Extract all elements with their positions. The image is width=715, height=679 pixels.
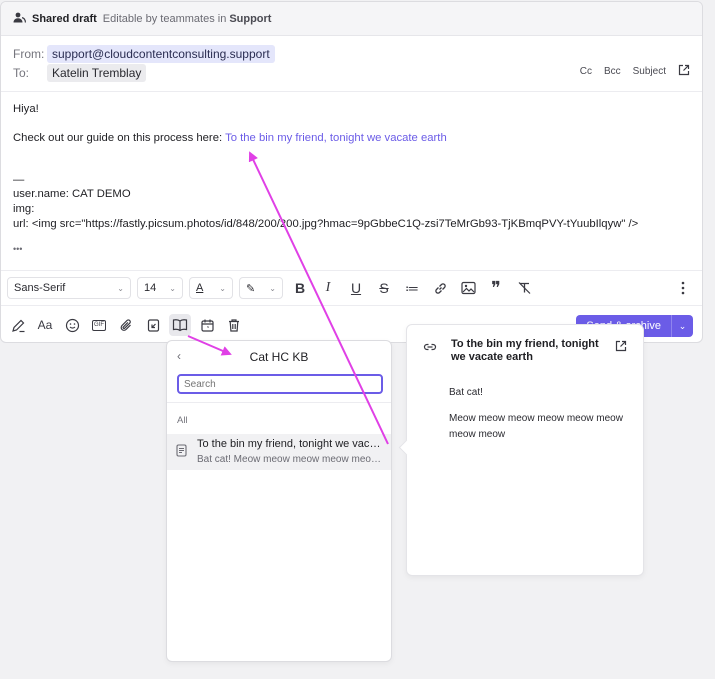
text-style-icon[interactable]: Aa xyxy=(34,314,56,336)
shared-draft-title: Shared draft xyxy=(32,12,97,25)
signature-url: url: <img src="https://fastly.picsum.pho… xyxy=(13,218,639,230)
subject-button[interactable]: Subject xyxy=(633,66,666,77)
more-options-icon[interactable] xyxy=(672,277,694,299)
kb-article-snippet: Bat cat! Meow meow meow meow meow meow m… xyxy=(197,454,383,465)
bullet-list-icon[interactable]: ≔ xyxy=(401,277,423,299)
kb-search-input[interactable] xyxy=(177,374,383,394)
italic-icon[interactable]: I xyxy=(317,277,339,299)
highlight-icon: ✎ xyxy=(246,282,256,295)
text-color-icon: A xyxy=(196,282,204,294)
kb-article-item[interactable]: To the bin my friend, tonight we vacate … xyxy=(167,434,391,470)
email-composer: Shared draft Editable by teammates in Su… xyxy=(0,1,703,343)
link-icon[interactable] xyxy=(429,277,451,299)
from-label: From: xyxy=(13,47,45,61)
kb-title: Cat HC KB xyxy=(249,350,309,364)
attachment-icon[interactable] xyxy=(115,314,137,336)
article-preview-card: To the bin my friend, tonight we vacate … xyxy=(398,324,644,576)
recipient-chip[interactable]: Katelin Tremblay xyxy=(47,64,147,82)
to-label: To: xyxy=(13,66,30,80)
bold-icon[interactable]: B xyxy=(289,277,311,299)
send-options-chevron-icon[interactable]: ⌄ xyxy=(671,315,693,337)
font-size-value: 14 xyxy=(144,282,157,294)
to-row: To: Katelin Tremblay xyxy=(13,64,147,82)
insert-link-icon[interactable] xyxy=(423,341,437,356)
text-color-select[interactable]: A ⌄ xyxy=(189,277,233,299)
shared-draft-subtitle: Editable by teammates in xyxy=(102,12,227,25)
document-icon xyxy=(176,444,187,460)
preview-paragraph: Meow meow meow meow meow meow meow meow xyxy=(449,413,623,440)
preview-title: To the bin my friend, tonight we vacate … xyxy=(451,338,599,363)
knowledge-base-icon[interactable] xyxy=(169,314,191,336)
kb-article-title: To the bin my friend, tonight we vacate … xyxy=(197,438,383,450)
emoji-icon[interactable] xyxy=(61,314,83,336)
gif-icon[interactable]: GIF xyxy=(88,314,110,336)
from-row: From: support@cloudcontentconsulting.sup… xyxy=(13,45,275,63)
chevron-down-icon: ⌄ xyxy=(269,283,276,293)
signature-pen-icon[interactable] xyxy=(7,314,29,336)
schedule-icon[interactable] xyxy=(196,314,218,336)
message-body[interactable]: Hiya! Check out our guide on this proces… xyxy=(1,92,702,270)
body-greeting: Hiya! xyxy=(13,103,39,115)
open-external-icon[interactable] xyxy=(615,340,627,355)
chevron-down-icon: ⌄ xyxy=(117,283,124,293)
quote-icon[interactable]: ❞ xyxy=(485,277,507,299)
chevron-down-icon: ⌄ xyxy=(169,283,176,293)
font-family-value: Sans-Serif xyxy=(14,282,66,294)
cc-button[interactable]: Cc xyxy=(580,66,592,77)
clear-formatting-icon[interactable] xyxy=(513,277,535,299)
font-size-select[interactable]: 14 ⌄ xyxy=(137,277,183,299)
shared-draft-bar: Shared draft Editable by teammates in Su… xyxy=(1,2,702,36)
knowledge-base-panel: ‹ Cat HC KB All To the bin my friend, to… xyxy=(166,340,392,662)
chevron-down-icon: ⌄ xyxy=(219,283,226,293)
guide-link[interactable]: To the bin my friend, tonight we vacate … xyxy=(225,132,447,144)
body-guide-line: Check out our guide on this process here… xyxy=(13,131,447,146)
shared-users-icon xyxy=(13,12,26,26)
preview-paragraph: Bat cat! xyxy=(449,387,483,398)
bcc-button[interactable]: Bcc xyxy=(604,66,621,77)
popout-icon[interactable] xyxy=(678,64,690,79)
kb-header: ‹ Cat HC KB xyxy=(167,341,391,373)
format-toolbar: Sans-Serif ⌄ 14 ⌄ A ⌄ ✎ ⌄ B I U S ≔ ❞ xyxy=(1,270,702,306)
highlight-color-select[interactable]: ✎ ⌄ xyxy=(239,277,283,299)
gif-label: GIF xyxy=(92,319,106,331)
font-family-select[interactable]: Sans-Serif ⌄ xyxy=(7,277,131,299)
preview-body: Bat cat! Meow meow meow meow meow meow m… xyxy=(449,385,629,453)
insert-template-icon[interactable] xyxy=(142,314,164,336)
show-more-ellipsis[interactable]: ••• xyxy=(13,242,22,257)
kb-section-label: All xyxy=(177,415,188,426)
body-guide-prefix: Check out our guide on this process here… xyxy=(13,132,226,144)
underline-icon[interactable]: U xyxy=(345,277,367,299)
trash-icon[interactable] xyxy=(223,314,245,336)
signature-dash: — xyxy=(13,174,25,186)
back-chevron-icon[interactable]: ‹ xyxy=(177,349,181,363)
header-actions: Cc Bcc Subject xyxy=(580,64,690,79)
signature-user-name: user.name: CAT DEMO xyxy=(13,188,131,200)
strikethrough-icon[interactable]: S xyxy=(373,277,395,299)
team-name: Support xyxy=(229,12,272,25)
signature-img-label: img: xyxy=(13,203,35,215)
image-icon[interactable] xyxy=(457,277,479,299)
preview-caret xyxy=(398,439,415,456)
email-headers: From: support@cloudcontentconsulting.sup… xyxy=(1,36,702,92)
kb-divider xyxy=(167,402,391,403)
from-address-chip[interactable]: support@cloudcontentconsulting.support xyxy=(47,45,275,63)
